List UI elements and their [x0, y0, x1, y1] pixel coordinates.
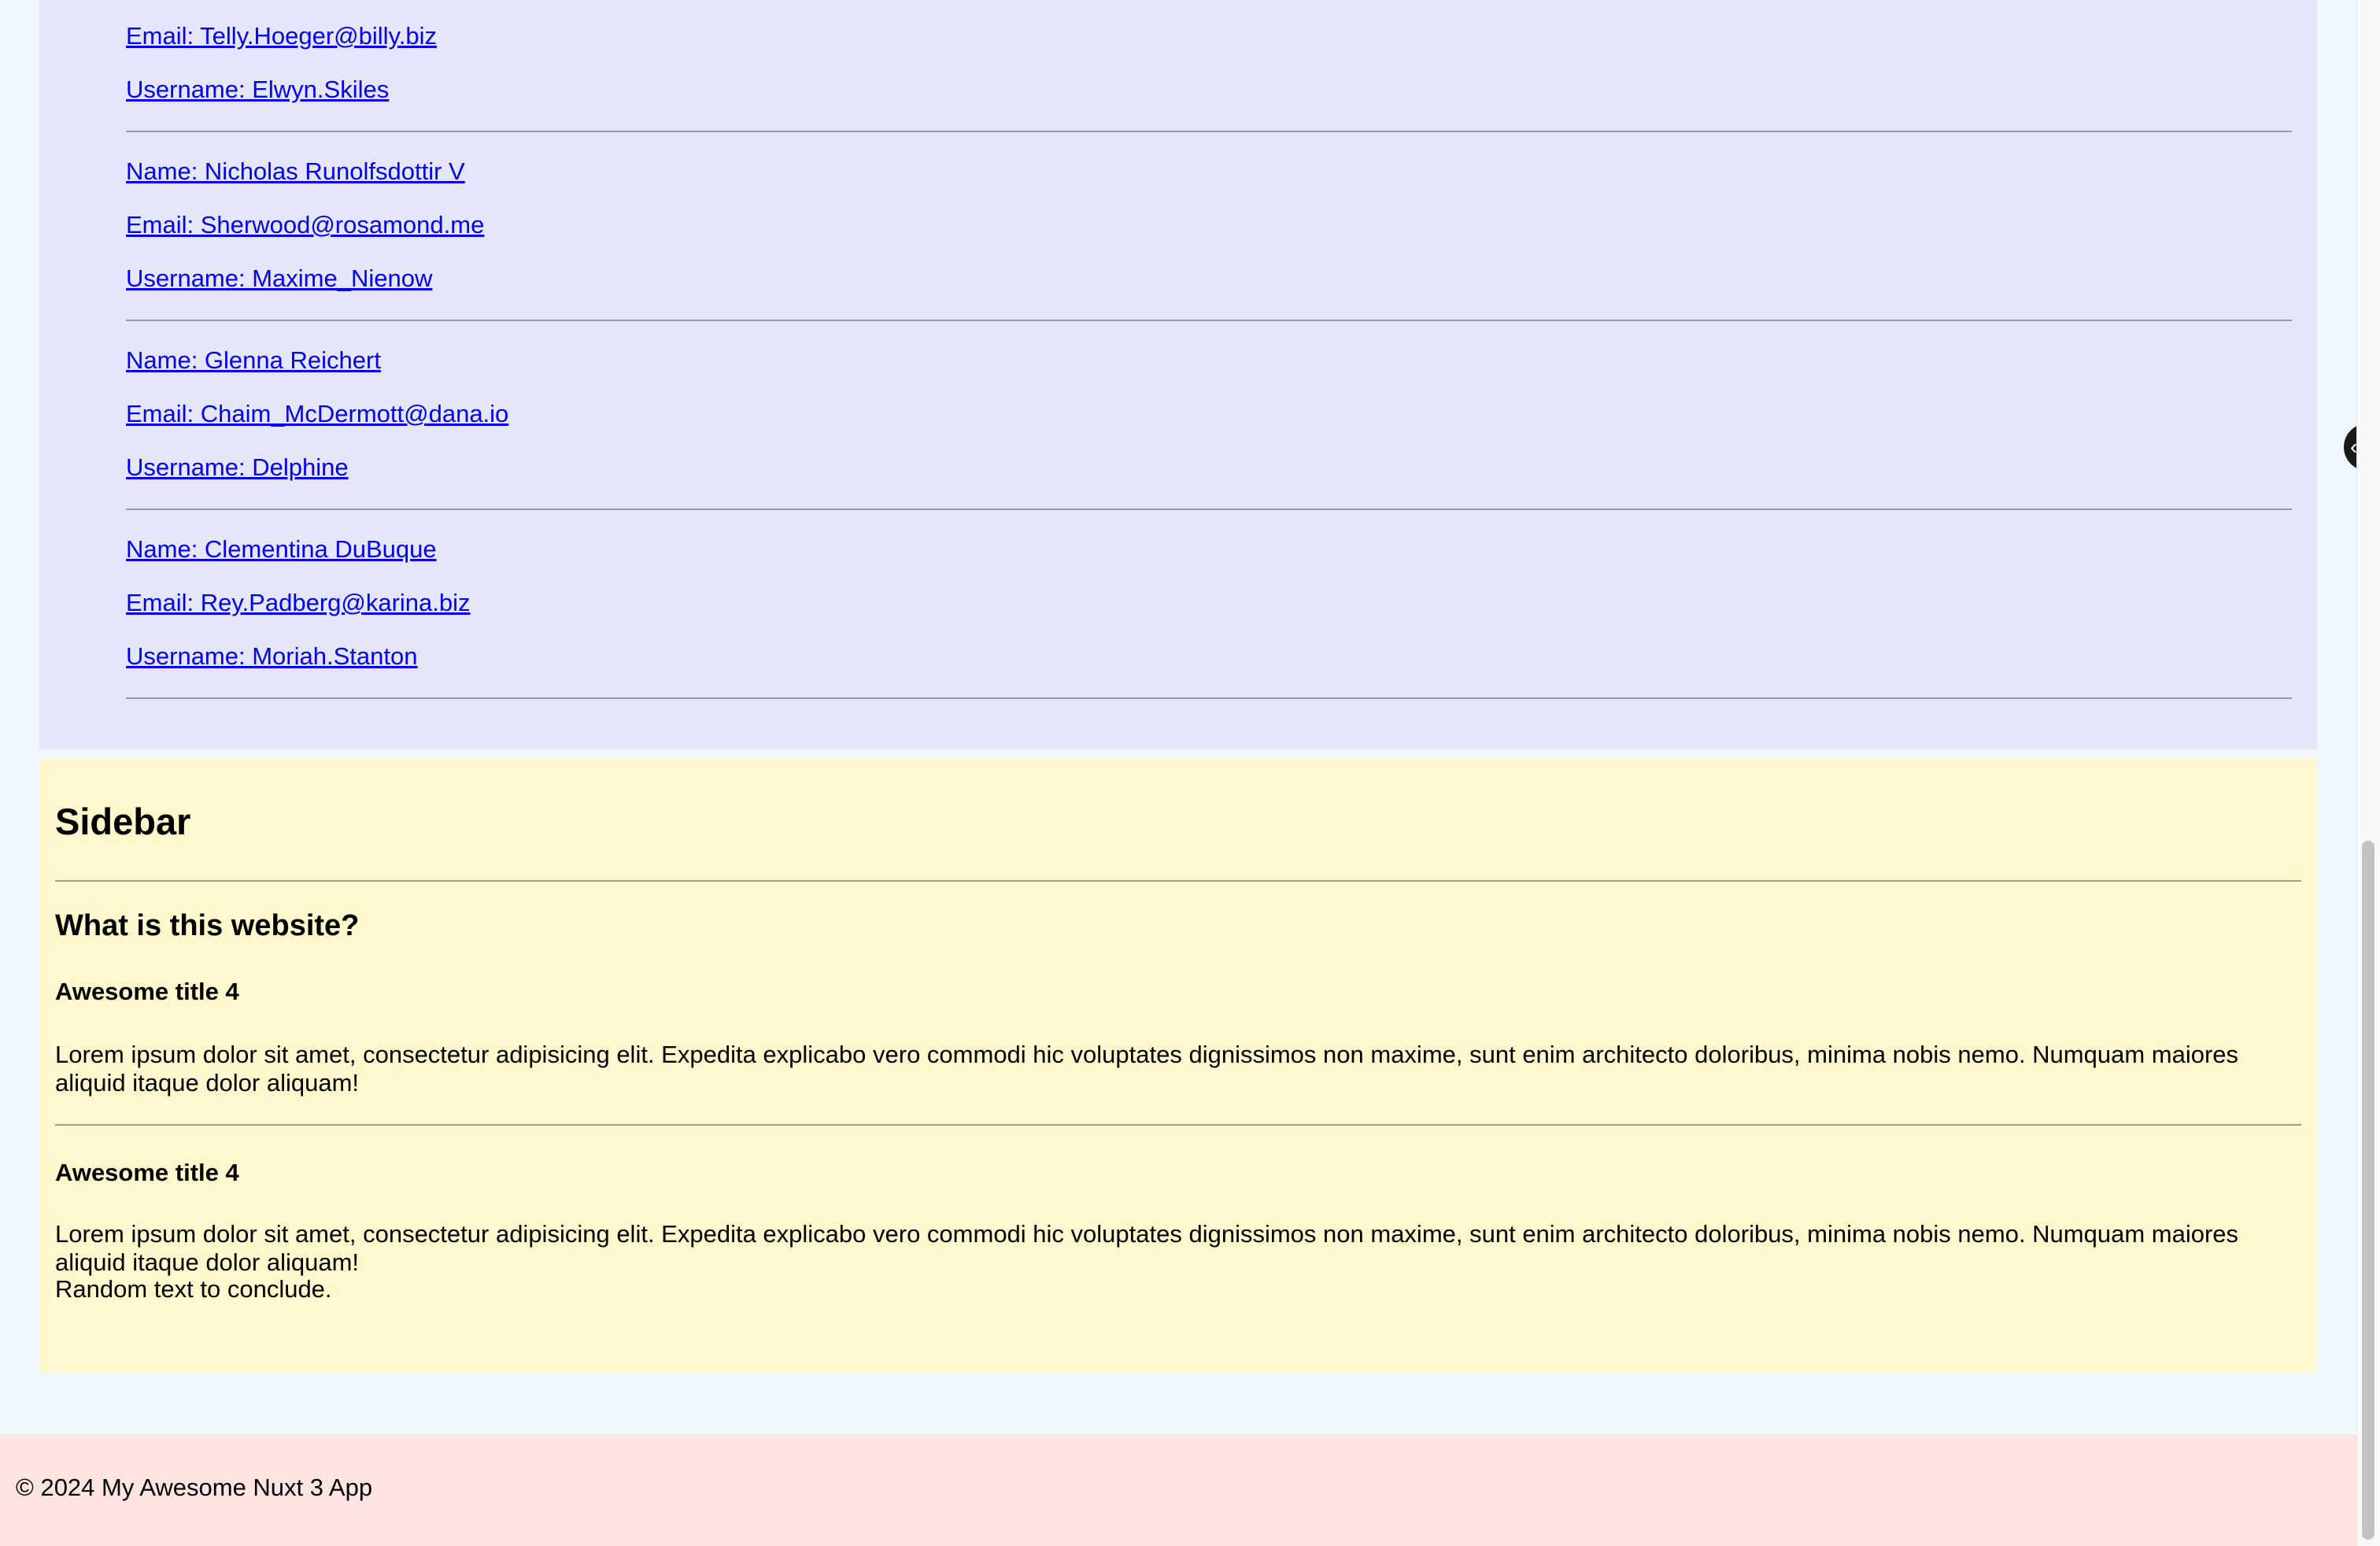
user-username-link[interactable]: Username: Elwyn.Skiles	[126, 74, 389, 105]
scrollbar-thumb[interactable]	[2362, 841, 2374, 1540]
sidebar-divider	[55, 1124, 2301, 1126]
user-username-link[interactable]: Username: Moriah.Stanton	[126, 641, 417, 672]
user-divider	[126, 131, 2292, 132]
footer-copyright: © 2024 My Awesome Nuxt 3 App	[16, 1474, 373, 1501]
vertical-scrollbar[interactable]	[2356, 0, 2380, 1546]
user-divider	[126, 320, 2292, 321]
sidebar-item-title: Awesome title 4	[55, 978, 239, 1005]
sidebar-divider	[55, 880, 2301, 882]
page: Email: Telly.Hoeger@billy.biz Username: …	[0, 0, 2356, 1546]
user-email-link[interactable]: Email: Chaim_McDermott@dana.io	[126, 398, 508, 430]
user-email-link[interactable]: Email: Rey.Padberg@karina.biz	[126, 587, 471, 619]
user-name-link[interactable]: Name: Nicholas Runolfsdottir V	[126, 156, 465, 187]
sidebar-item-text: Lorem ipsum dolor sit amet, consectetur …	[55, 1220, 2239, 1276]
user-email-link[interactable]: Email: Telly.Hoeger@billy.biz	[126, 20, 437, 52]
user-username-link[interactable]: Username: Delphine	[126, 452, 349, 483]
sidebar-conclusion: Random text to conclude.	[55, 1275, 332, 1303]
user-username-link[interactable]: Username: Maxime_Nienow	[126, 263, 432, 294]
users-list: Email: Telly.Hoeger@billy.biz Username: …	[39, 0, 2317, 749]
user-name-link[interactable]: Name: Clementina DuBuque	[126, 534, 437, 565]
user-divider	[126, 509, 2292, 510]
user-divider	[126, 697, 2292, 699]
footer: © 2024 My Awesome Nuxt 3 App	[0, 1434, 2356, 1546]
sidebar-item-text: Lorem ipsum dolor sit amet, consectetur …	[55, 1041, 2239, 1097]
sidebar-question: What is this website?	[55, 909, 360, 942]
sidebar-title: Sidebar	[55, 801, 191, 842]
user-email-link[interactable]: Email: Sherwood@rosamond.me	[126, 209, 484, 241]
sidebar: Sidebar What is this website? Awesome ti…	[39, 759, 2317, 1373]
sidebar-item-title: Awesome title 4	[55, 1159, 239, 1186]
user-name-link[interactable]: Name: Glenna Reichert	[126, 345, 381, 376]
